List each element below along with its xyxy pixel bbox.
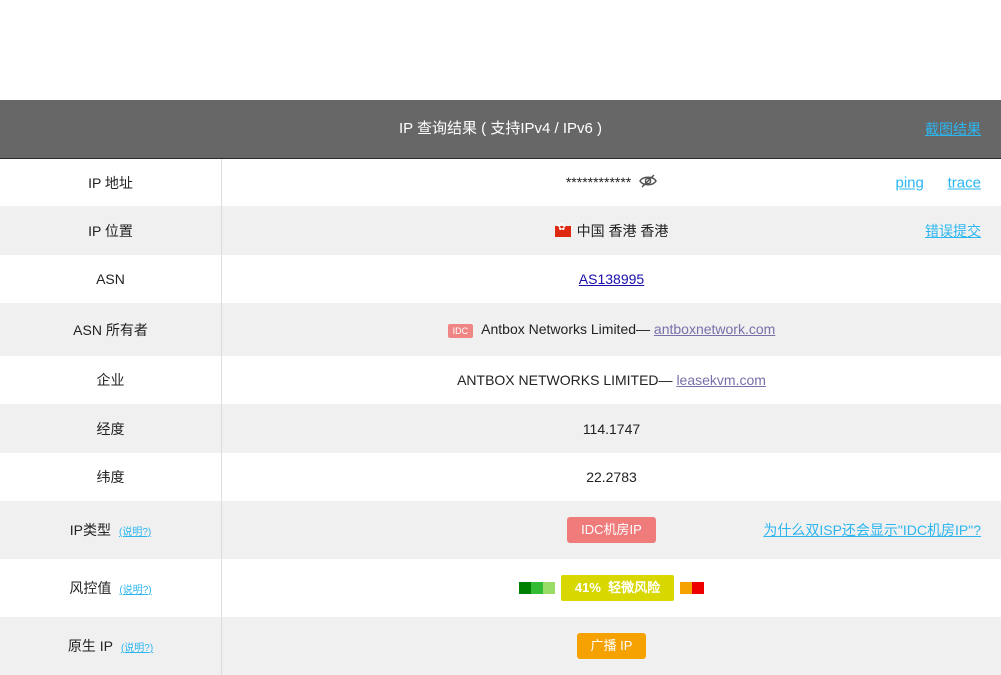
row-label: IP 位置 [0,206,222,255]
ip-type-help-link[interactable]: (说明?) [119,527,151,538]
asn-link[interactable]: AS138995 [579,271,644,287]
masked-ip: ************ [566,174,631,190]
risk-scale-low [519,582,555,594]
row-label: 经度 [0,404,222,453]
screenshot-result-link[interactable]: 截图结果 [925,100,981,158]
row-label: 风控值 [69,580,111,596]
row-label: IP 地址 [0,159,222,206]
row-label: 原生 IP [68,638,113,654]
ip-tools: ping trace [896,174,982,191]
risk-scale-high [680,582,704,594]
row-label: IP类型 [70,522,111,538]
row-company: 企业 ANTBOX NETWORKS LIMITED— leasekvm.com [0,356,1001,404]
row-asn-owner: ASN 所有者 IDC Antbox Networks Limited— antb… [0,303,1001,356]
row-native-ip: 原生 IP (说明?) 广播 IP [0,617,1001,675]
longitude-value: 114.1747 [222,404,1001,453]
row-longitude: 经度 114.1747 [0,404,1001,453]
results-title: IP 查询结果 ( 支持IPv4 / IPv6 ) [0,100,1001,158]
results-header: IP 查询结果 ( 支持IPv4 / IPv6 ) 截图结果 [0,100,1001,159]
risk-score-badge: 41% 轻微风险 [561,575,674,601]
ping-link[interactable]: ping [896,174,924,191]
row-latitude: 纬度 22.2783 [0,453,1001,501]
top-blank-area [0,0,1001,100]
row-ip-location: IP 位置 中国 香港 香港 错误提交 [0,206,1001,255]
native-help-link[interactable]: (说明?) [121,643,153,654]
row-ip-type: IP类型 (说明?) IDC机房IP 为什么双ISP还会显示"IDC机房IP"? [0,501,1001,559]
row-label: ASN [0,255,222,303]
latitude-value: 22.2783 [222,453,1001,501]
hong-kong-flag-icon [555,226,571,237]
risk-meter: 41% 轻微风险 [519,575,704,601]
idc-badge: IDC [448,324,474,338]
company-name: ANTBOX NETWORKS LIMITED— [457,372,676,388]
row-label: 纬度 [0,453,222,501]
row-risk-score: 风控值 (说明?) 41% 轻微风险 [0,559,1001,617]
location-value: 中国 香港 香港 [577,223,669,239]
eye-off-icon[interactable] [639,174,657,191]
asn-owner-name: Antbox Networks Limited— [481,321,654,337]
ip-type-badge: IDC机房IP [567,517,656,543]
dual-isp-faq-link[interactable]: 为什么双ISP还会显示"IDC机房IP"? [763,520,981,540]
row-label: 企业 [0,356,222,404]
trace-link[interactable]: trace [948,174,981,191]
row-label: ASN 所有者 [0,303,222,356]
row-asn: ASN AS138995 [0,255,1001,303]
row-ip-address: IP 地址 ************ ping trace [0,159,1001,206]
native-ip-badge: 广播 IP [577,633,647,659]
asn-owner-domain-link[interactable]: antboxnetwork.com [654,321,775,337]
ip-info-table: IP 地址 ************ ping trace IP 位置 中国 香… [0,159,1001,675]
risk-help-link[interactable]: (说明?) [119,585,151,596]
company-domain-link[interactable]: leasekvm.com [676,372,765,388]
report-error-link[interactable]: 错误提交 [925,221,981,241]
